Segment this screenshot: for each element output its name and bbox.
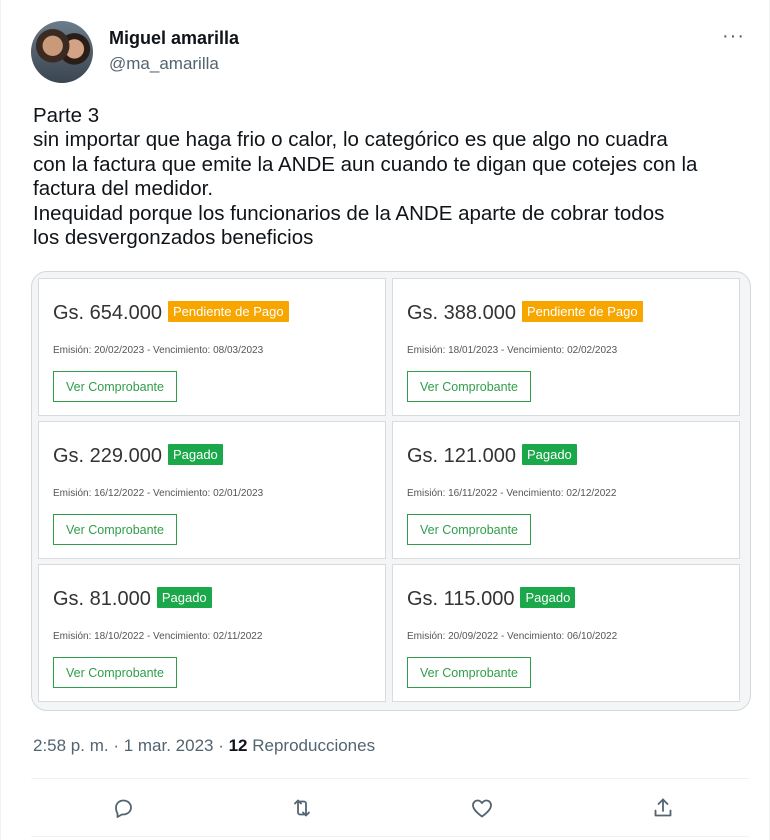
retweet-icon [294,799,310,817]
status-badge: Pagado [521,444,577,465]
invoice-amount: Gs. 115.000 Pagado [407,587,576,611]
divider [31,836,749,837]
like-button[interactable] [466,792,498,824]
tweet-line: sin importar que haga frio o calor, lo c… [33,128,668,152]
invoice-amount: Gs. 81.000 Pagado [53,587,212,611]
tweet-line: con la factura que emite la ANDE aun cua… [33,152,698,176]
tweet-line: Inequidad porque los funcionarios de la … [33,201,665,225]
reply-button[interactable] [107,792,139,824]
view-receipt-button[interactable]: Ver Comprobante [407,657,531,688]
share-button[interactable] [647,792,679,824]
tweet-line: los desvergonzados beneficios [33,226,314,250]
author-name[interactable]: Miguel amarilla [109,28,239,49]
views-count: 12 [228,736,248,755]
reply-icon [115,799,132,818]
amount-text: Gs. 654.000 [53,302,162,324]
status-badge: Pendiente de Pago [167,301,289,322]
invoice-card: Gs. 229.000 Pagado Emisión: 16/12/2022 - … [38,421,386,559]
tweet-meta: 2:58 p. m. · 1 mar. 2023 · 12 Reproducci… [33,736,375,756]
view-receipt-button[interactable]: Ver Comprobante [407,514,531,545]
invoice-amount: Gs. 121.000 Pagado [407,444,577,468]
share-icon [654,798,672,817]
tweet-line: factura del medidor. [33,177,214,201]
invoice-amount: Gs. 654.000 Pendiente de Pago [53,301,289,325]
amount-text: Gs. 121.000 [407,445,516,467]
invoice-card: Gs. 654.000 Pendiente de Pago Emisión: 20… [38,278,386,416]
tweet-line: Parte 3 [33,104,100,127]
timestamp[interactable]: 2:58 p. m. · 1 mar. 2023 · [33,736,229,755]
invoice-amount: Gs. 229.000 Pagado [53,444,223,468]
invoice-dates: Emisión: 16/11/2022 - Vencimiento: 02/12… [407,488,617,499]
invoice-card: Gs. 81.000 Pagado Emisión: 18/10/2022 - V… [38,564,386,702]
tweet-media-image[interactable]: Gs. 654.000 Pendiente de Pago Emisión: 20… [31,271,751,711]
view-receipt-button[interactable]: Ver Comprobante [407,371,531,402]
amount-text: Gs. 388.000 [407,302,516,324]
status-badge: Pagado [520,587,576,608]
invoice-card: Gs. 388.000 Pendiente de Pago Emisión: 18… [392,278,740,416]
invoice-amount: Gs. 388.000 Pendiente de Pago [407,301,643,325]
amount-text: Gs. 81.000 [53,588,151,610]
invoice-dates: Emisión: 18/10/2022 - Vencimiento: 02/11… [53,631,263,642]
avatar[interactable] [31,21,93,83]
views-label: Reproducciones [247,736,376,755]
invoice-card: Gs. 115.000 Pagado Emisión: 20/09/2022 - … [392,564,740,702]
status-badge: Pendiente de Pago [521,301,643,322]
divider [31,778,749,779]
view-receipt-button[interactable]: Ver Comprobante [53,514,177,545]
invoice-dates: Emisión: 16/12/2022 - Vencimiento: 02/01… [53,488,264,499]
author-handle[interactable]: @ma_amarilla [109,54,219,74]
invoice-dates: Emisión: 20/02/2023 - Vencimiento: 08/03… [53,345,264,356]
amount-text: Gs. 229.000 [53,445,162,467]
status-badge: Pagado [156,587,212,608]
tweet-text: Parte 3 sin importar que haga frio o cal… [33,104,753,250]
retweet-button[interactable] [286,792,318,824]
status-badge: Pagado [167,444,223,465]
amount-text: Gs. 115.000 [407,588,515,610]
view-receipt-button[interactable]: Ver Comprobante [53,657,177,688]
invoice-dates: Emisión: 20/09/2022 - Vencimiento: 06/10… [407,631,618,642]
invoice-card: Gs. 121.000 Pagado Emisión: 16/11/2022 - … [392,421,740,559]
view-receipt-button[interactable]: Ver Comprobante [53,371,177,402]
invoice-dates: Emisión: 18/01/2023 - Vencimiento: 02/02… [407,345,618,356]
more-options-icon[interactable]: ··· [722,26,745,46]
like-icon [472,799,492,818]
tweet: Miguel amarilla @ma_amarilla ··· Parte 3… [0,0,770,840]
